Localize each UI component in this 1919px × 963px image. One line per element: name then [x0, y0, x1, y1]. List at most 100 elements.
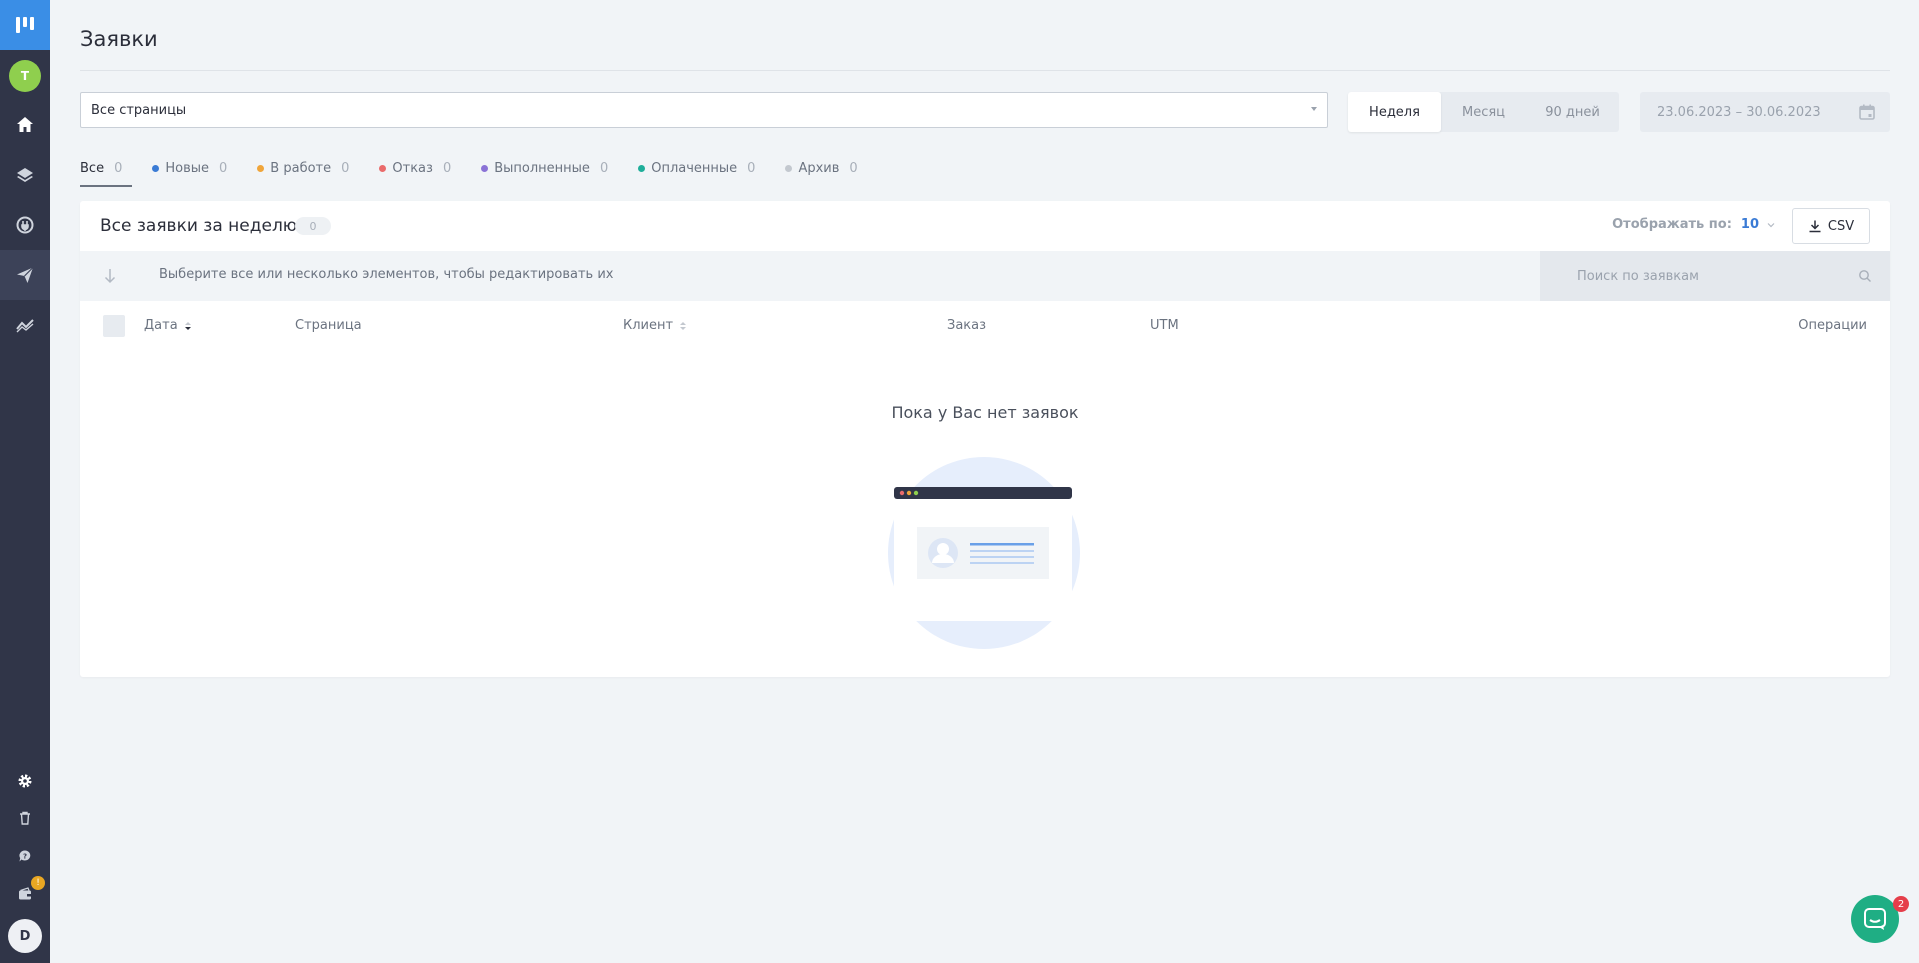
- user-avatar[interactable]: D: [8, 919, 42, 953]
- sort-icon: [680, 321, 687, 330]
- bulk-hint: Выберите все или несколько элементов, чт…: [159, 267, 614, 282]
- per-page-label: Отображать по:: [1612, 217, 1732, 232]
- column-operations: Операции: [1798, 318, 1867, 333]
- card-count-badge: 0: [295, 217, 331, 235]
- tab-label: Все: [80, 160, 105, 176]
- period-toggle: Неделя Месяц 90 дней: [1348, 92, 1619, 132]
- period-month-button[interactable]: Месяц: [1441, 92, 1526, 132]
- per-page-select[interactable]: Отображать по: 10: [1612, 217, 1775, 232]
- chat-launcher-button[interactable]: [1851, 895, 1899, 943]
- chart-icon: [16, 319, 34, 333]
- tab-count: 0: [747, 160, 756, 176]
- workspace-avatar[interactable]: T: [9, 60, 41, 92]
- csv-export-button[interactable]: CSV: [1792, 208, 1870, 244]
- tab-count: 0: [442, 160, 452, 176]
- sidebar-item-home[interactable]: [0, 100, 50, 150]
- bulk-toolbar: Выберите все или несколько элементов, чт…: [80, 251, 1890, 301]
- tab-label: Оплаченные: [651, 160, 738, 176]
- svg-text:?: ?: [23, 853, 27, 861]
- csv-label: CSV: [1827, 218, 1855, 234]
- sidebar-item-help[interactable]: ?: [0, 840, 50, 872]
- sidebar-item-integrations[interactable]: [0, 200, 50, 250]
- card-title: Все заявки за неделю: [100, 216, 298, 236]
- tab-count: 0: [849, 160, 858, 176]
- status-dot: [785, 164, 793, 172]
- tab-paid[interactable]: Оплаченные 0: [638, 155, 755, 181]
- sidebar: T ? ! D: [0, 0, 50, 963]
- logo[interactable]: [0, 0, 50, 50]
- leads-card: Все заявки за неделю 0 Отображать по: 10…: [80, 201, 1890, 677]
- caret-down-icon: [1311, 107, 1317, 111]
- column-label: Операции: [1798, 318, 1867, 333]
- arrow-down-icon[interactable]: [102, 267, 118, 285]
- tab-label: Отказ: [392, 160, 433, 176]
- tab-count: 0: [114, 160, 123, 176]
- wallet-badge: !: [31, 876, 45, 890]
- chevron-down-icon: [1767, 222, 1775, 227]
- date-range-value: 23.06.2023 – 30.06.2023: [1657, 104, 1821, 120]
- sidebar-item-leads[interactable]: [0, 250, 50, 300]
- column-label: Дата: [144, 318, 178, 333]
- tab-all[interactable]: Все 0: [80, 155, 133, 187]
- paper-plane-icon: [17, 267, 34, 283]
- status-dot: [481, 164, 489, 172]
- column-label: Клиент: [623, 318, 674, 333]
- period-90days-button[interactable]: 90 дней: [1526, 92, 1619, 132]
- search-box: [1540, 251, 1890, 301]
- status-dot: [379, 164, 387, 172]
- empty-state-illustration: [888, 457, 1080, 649]
- home-icon: [17, 117, 33, 132]
- table-header: Дата Страница Клиент Заказ UTM Операции: [80, 301, 1890, 351]
- trash-icon: [20, 811, 30, 825]
- chat-unread-badge: 2: [1893, 896, 1909, 912]
- help-icon: ?: [19, 850, 31, 862]
- sidebar-item-analytics[interactable]: [0, 300, 50, 350]
- search-icon: [1859, 270, 1871, 282]
- layers-icon: [17, 168, 33, 182]
- column-utm: UTM: [1150, 318, 1179, 333]
- status-tabs: Все 0 Новые 0 В работе 0 Отказ 0 Выполне…: [80, 155, 888, 187]
- page-title: Заявки: [80, 27, 158, 51]
- tab-label: Выполненные: [494, 160, 590, 176]
- select-all-checkbox[interactable]: [103, 315, 125, 337]
- tab-count: 0: [341, 160, 350, 176]
- tab-in-progress[interactable]: В работе 0: [257, 155, 349, 181]
- page-select[interactable]: Все страницы: [80, 92, 1328, 128]
- wallet-icon: [19, 887, 31, 900]
- tab-label: В работе: [270, 160, 332, 176]
- status-dot: [638, 164, 646, 172]
- sidebar-item-trash[interactable]: [0, 802, 50, 834]
- chat-icon: [1864, 908, 1886, 930]
- status-dot: [257, 164, 265, 172]
- column-label: UTM: [1150, 318, 1179, 333]
- gear-icon: [18, 774, 32, 788]
- column-label: Заказ: [947, 318, 987, 333]
- divider: [80, 70, 1890, 71]
- tab-rejected[interactable]: Отказ 0: [379, 155, 451, 181]
- tab-completed[interactable]: Выполненные 0: [481, 155, 608, 181]
- logo-bars-icon: [16, 17, 34, 33]
- tab-new[interactable]: Новые 0: [152, 155, 227, 181]
- tab-count: 0: [599, 160, 609, 176]
- tab-label: Архив: [798, 160, 840, 176]
- period-week-button[interactable]: Неделя: [1348, 92, 1441, 132]
- date-range-picker[interactable]: 23.06.2023 – 30.06.2023: [1640, 92, 1890, 132]
- download-icon: [1809, 220, 1821, 233]
- status-dot: [152, 164, 160, 172]
- column-order: Заказ: [947, 318, 986, 333]
- plug-icon: [16, 216, 34, 234]
- tab-label: Новые: [165, 160, 210, 176]
- column-client[interactable]: Клиент: [623, 318, 687, 333]
- search-input[interactable]: [1540, 251, 1890, 301]
- column-label: Страница: [295, 318, 362, 333]
- sidebar-item-layers[interactable]: [0, 150, 50, 200]
- tab-archive[interactable]: Архив 0: [785, 155, 858, 181]
- per-page-value: 10: [1740, 217, 1759, 232]
- tab-count: 0: [219, 160, 228, 176]
- empty-state-text: Пока у Вас нет заявок: [891, 403, 1079, 422]
- column-date[interactable]: Дата: [144, 318, 192, 333]
- sidebar-item-settings[interactable]: [0, 765, 50, 797]
- column-page: Страница: [295, 318, 362, 333]
- sort-icon: [184, 321, 191, 330]
- page-select-value: Все страницы: [91, 102, 187, 118]
